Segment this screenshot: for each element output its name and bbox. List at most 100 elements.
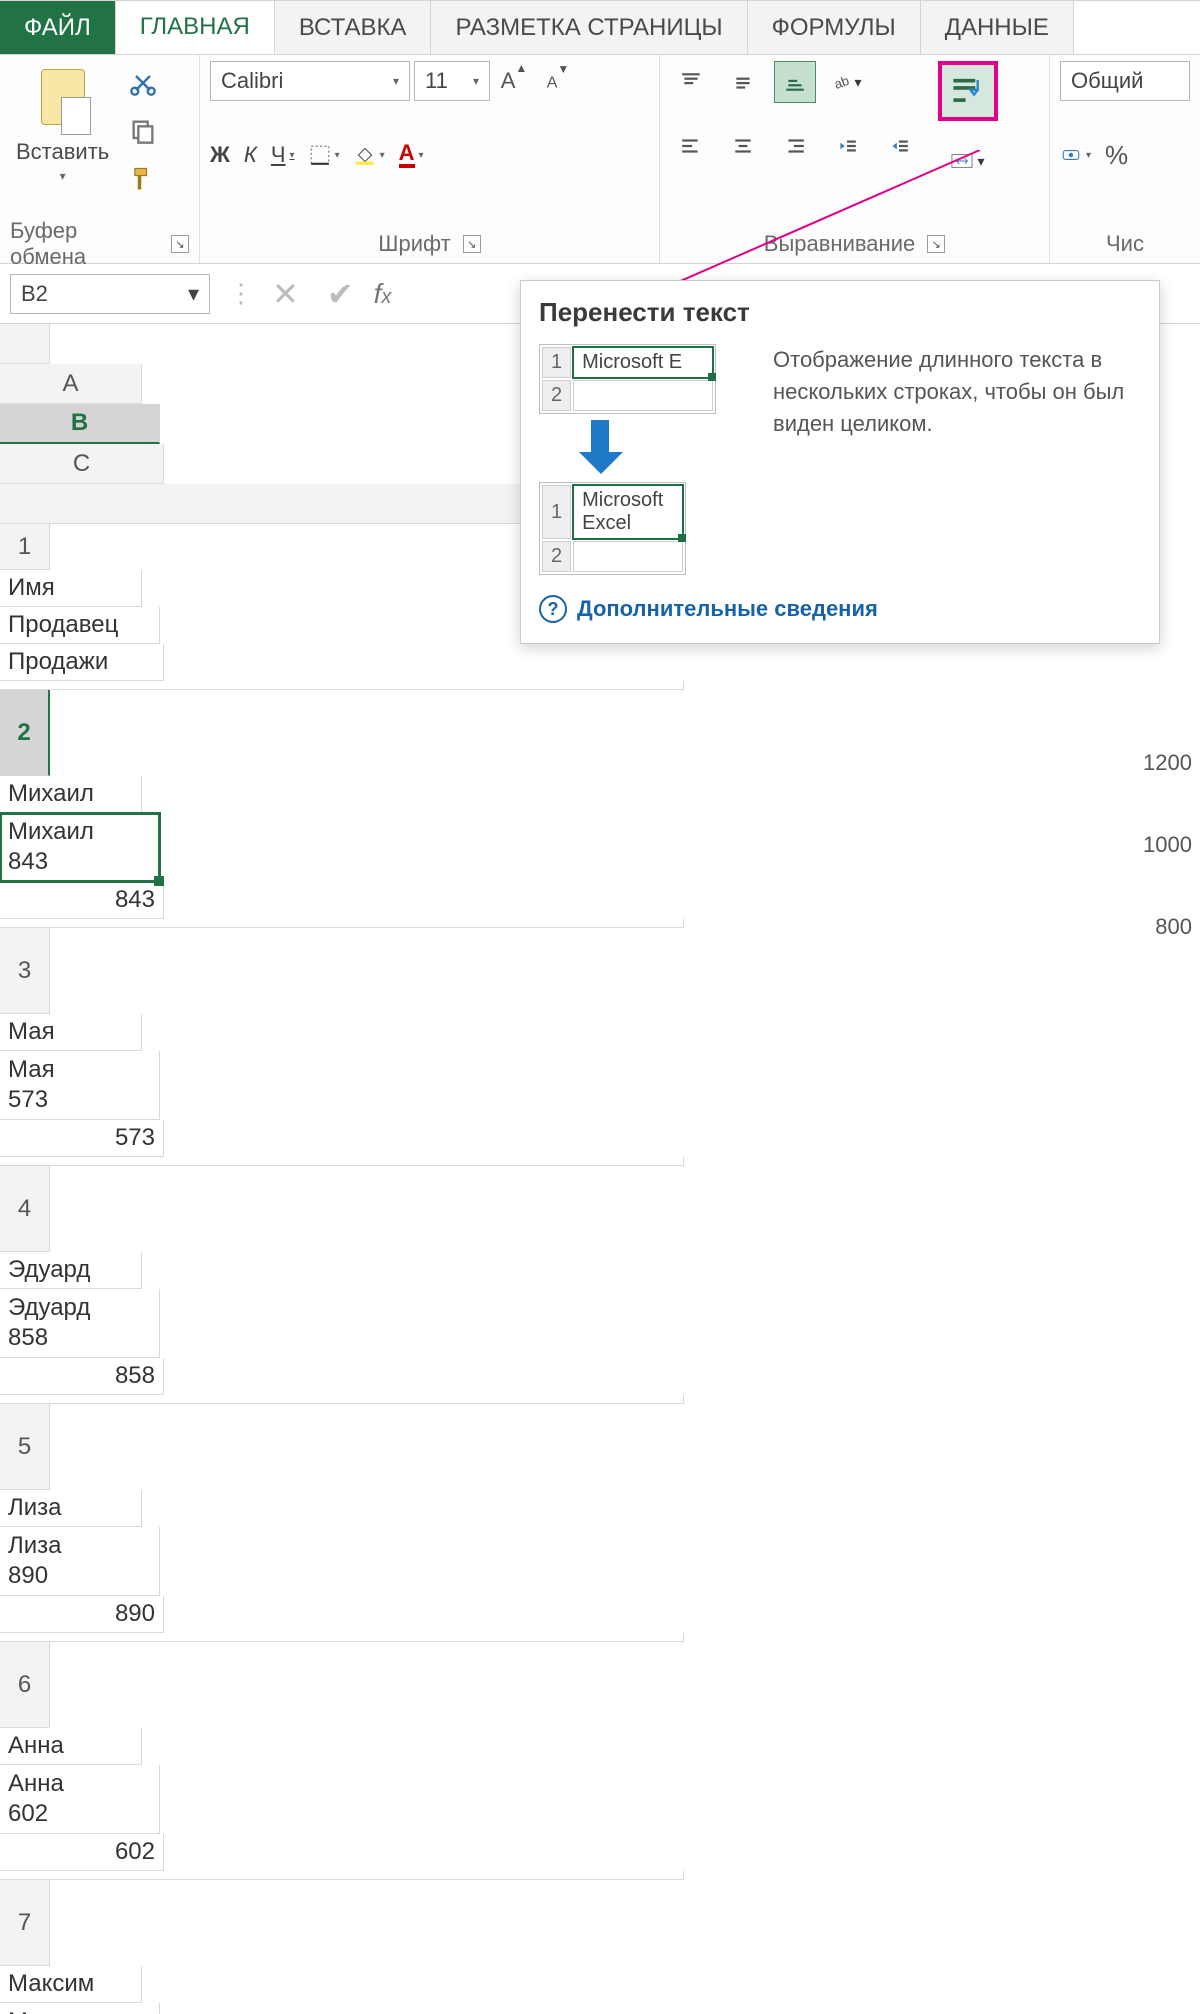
orientation-button[interactable]: ab▾	[826, 61, 868, 103]
cell[interactable]: Анна	[0, 1728, 142, 1765]
cut-button[interactable]	[125, 65, 161, 101]
fx-icon[interactable]: fx	[374, 278, 392, 310]
group-font-label: Шрифт	[378, 231, 450, 257]
cell[interactable]	[0, 1157, 684, 1166]
font-dialog-launcher[interactable]: ↘	[463, 235, 481, 253]
accounting-format-button[interactable]: ▾	[1060, 135, 1091, 175]
cell[interactable]: 573	[0, 1120, 164, 1157]
row-header-1[interactable]: 1	[0, 524, 50, 570]
merge-icon	[951, 150, 973, 172]
copy-button[interactable]	[125, 113, 161, 149]
cell[interactable]: Продавец	[0, 607, 160, 644]
tab-page-layout[interactable]: РАЗМЕТКА СТРАНИЦЫ	[431, 1, 747, 54]
align-left-button[interactable]	[670, 125, 712, 167]
row-header-5[interactable]: 5	[0, 1404, 50, 1490]
font-color-icon: А	[399, 142, 415, 168]
select-all-corner[interactable]	[0, 324, 50, 364]
tooltip-more-info-link[interactable]: ? Дополнительные сведения	[539, 595, 1141, 623]
bold-button[interactable]: Ж	[210, 135, 230, 175]
font-name-combo[interactable]: Calibri ▾	[210, 61, 410, 101]
currency-icon	[1060, 144, 1082, 166]
increase-font-size-button[interactable]: A▲	[494, 61, 534, 101]
tab-home[interactable]: ГЛАВНАЯ	[116, 1, 275, 54]
align-bottom-button[interactable]	[774, 61, 816, 103]
cell[interactable]: Максим 984	[0, 2003, 160, 2014]
italic-button[interactable]: К	[244, 135, 257, 175]
cell[interactable]: 843	[0, 882, 164, 919]
cell[interactable]: Мая	[0, 1014, 142, 1051]
font-size-combo[interactable]: 11 ▾	[414, 61, 490, 101]
group-clipboard: Вставить ▾ Буфер обмена ↘	[0, 55, 200, 263]
cell[interactable]: Продажи	[0, 644, 164, 681]
tab-formulas[interactable]: ФОРМУЛЫ	[748, 1, 921, 54]
align-center-button[interactable]	[722, 125, 764, 167]
font-color-button[interactable]: А ▾	[399, 135, 424, 175]
number-format-combo[interactable]: Общий	[1060, 61, 1190, 101]
cell[interactable]	[0, 1871, 684, 1880]
align-middle-button[interactable]	[722, 61, 764, 103]
cell[interactable]: Лиза	[0, 1490, 142, 1527]
align-middle-icon	[732, 71, 754, 93]
merge-cells-button[interactable]: ▾	[938, 141, 998, 181]
fill-color-button[interactable]: ▾	[354, 135, 385, 175]
col-header-C[interactable]: C	[0, 444, 164, 484]
wrap-text-button[interactable]	[938, 61, 998, 121]
format-painter-button[interactable]	[125, 161, 161, 197]
row-header-2[interactable]: 2	[0, 690, 50, 776]
borders-button[interactable]: ▾	[309, 135, 340, 175]
cell[interactable]: 602	[0, 1834, 164, 1871]
chevron-down-icon: ▾	[977, 153, 984, 170]
cell[interactable]: Михаил	[0, 776, 142, 813]
cell[interactable]: 890	[0, 1596, 164, 1633]
tab-insert[interactable]: ВСТАВКА	[275, 1, 432, 54]
cancel-formula-button[interactable]: ✕	[272, 275, 299, 313]
cell[interactable]: 858	[0, 1358, 164, 1395]
chevron-down-icon: ▾	[60, 169, 66, 183]
underline-button[interactable]: Ч▾	[271, 135, 295, 175]
cell[interactable]: Имя	[0, 570, 142, 607]
cell[interactable]: Анна 602	[0, 1765, 160, 1834]
cell[interactable]: Максим	[0, 1966, 142, 2003]
tooltip-illustration: 1Microsoft E2 1Microsoft Excel2	[539, 344, 749, 575]
decrease-font-size-button[interactable]: A▼	[538, 61, 578, 101]
tab-file[interactable]: ФАЙЛ	[0, 1, 116, 54]
group-alignment: ab▾	[660, 55, 1050, 263]
cell[interactable]: Эдуард	[0, 1252, 142, 1289]
col-header-B[interactable]: B	[0, 404, 160, 444]
cell[interactable]: Эдуард 858	[0, 1289, 160, 1358]
row-header-6[interactable]: 6	[0, 1642, 50, 1728]
row-header-4[interactable]: 4	[0, 1166, 50, 1252]
decrease-indent-button[interactable]	[826, 125, 868, 167]
cell[interactable]: Мая 573	[0, 1051, 160, 1120]
name-box[interactable]: B2 ▾	[10, 274, 210, 314]
svg-text:ab: ab	[833, 73, 852, 92]
cell[interactable]	[0, 919, 684, 928]
fill-handle[interactable]	[154, 876, 164, 886]
clipboard-dialog-launcher[interactable]: ↘	[171, 235, 189, 253]
chevron-down-icon: ▾	[473, 74, 479, 88]
percent-format-button[interactable]: %	[1105, 135, 1128, 175]
tab-data[interactable]: ДАННЫЕ	[921, 1, 1074, 54]
cell[interactable]	[0, 681, 684, 690]
increase-indent-button[interactable]	[878, 125, 920, 167]
paste-button[interactable]: Вставить ▾	[10, 61, 115, 227]
scissors-icon	[129, 69, 157, 97]
align-right-button[interactable]	[774, 125, 816, 167]
cell[interactable]	[0, 1395, 684, 1404]
enter-formula-button[interactable]: ✔	[327, 275, 354, 313]
help-icon: ?	[539, 595, 567, 623]
align-top-button[interactable]	[670, 61, 712, 103]
align-left-icon	[680, 135, 702, 157]
col-header-A[interactable]: A	[0, 364, 142, 404]
bucket-icon	[354, 144, 376, 166]
align-bottom-icon	[784, 71, 806, 93]
tooltip-description: Отображение длинного текста в нескольких…	[773, 344, 1141, 575]
row-header-7[interactable]: 7	[0, 1880, 50, 1966]
row-header-3[interactable]: 3	[0, 928, 50, 1014]
cell[interactable]	[0, 1633, 684, 1642]
cell-selected[interactable]: Михаил 843	[0, 813, 160, 882]
alignment-dialog-launcher[interactable]: ↘	[927, 235, 945, 253]
cell[interactable]: Лиза 890	[0, 1527, 160, 1596]
chevron-down-icon: ▾	[854, 74, 861, 91]
chevron-down-icon: ▾	[393, 74, 399, 88]
